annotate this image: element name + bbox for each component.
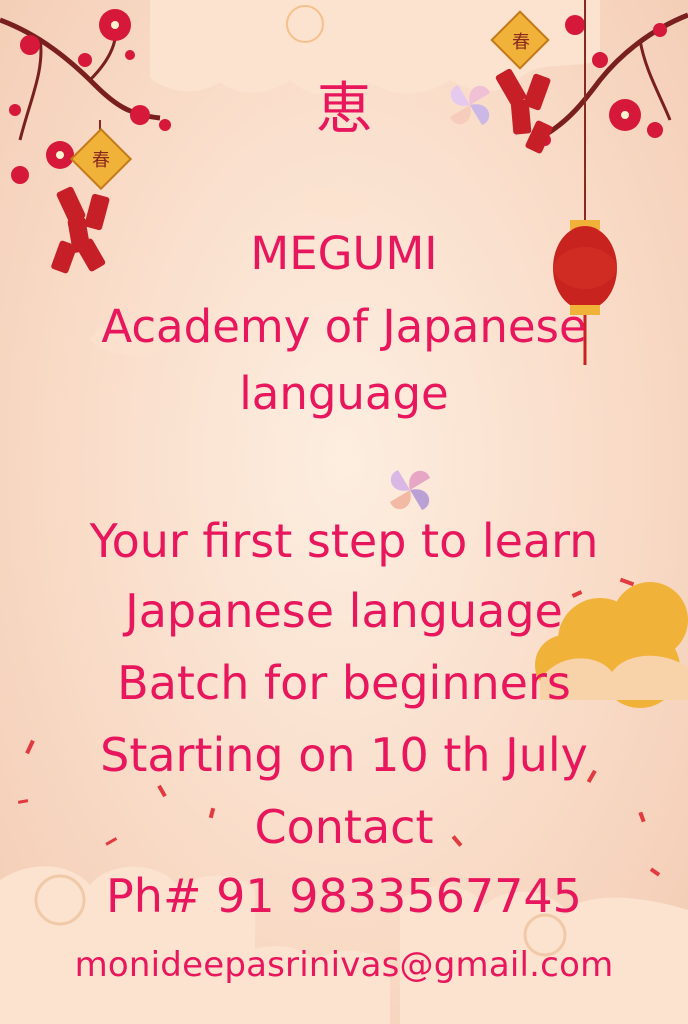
batch-info: Batch for beginners (117, 656, 571, 710)
kanji-title: 恵 (316, 77, 372, 142)
phone-number: Ph# 91 9833567745 (106, 869, 582, 923)
cloud-icon (300, 186, 369, 219)
firecracker-label-right: 春 (512, 32, 530, 53)
contact-heading: Contact (254, 800, 434, 854)
pinwheel-icon (390, 470, 430, 510)
academy-subtitle-line1: Academy of Japanese (101, 300, 587, 353)
start-date: Starting on 10 th July (100, 728, 588, 782)
tagline-line1: Your first step to learn (89, 514, 599, 568)
firecracker-label-left: 春 (92, 150, 110, 171)
email-address: monideepasrinivas@gmail.com (74, 945, 614, 985)
poster: 春 春 恵 MEGUMI Academy of Japanese languag… (0, 0, 688, 1024)
academy-subtitle-line2: language (239, 367, 449, 420)
academy-name: MEGUMI (250, 227, 438, 280)
tagline-line2: Japanese language (125, 584, 563, 638)
